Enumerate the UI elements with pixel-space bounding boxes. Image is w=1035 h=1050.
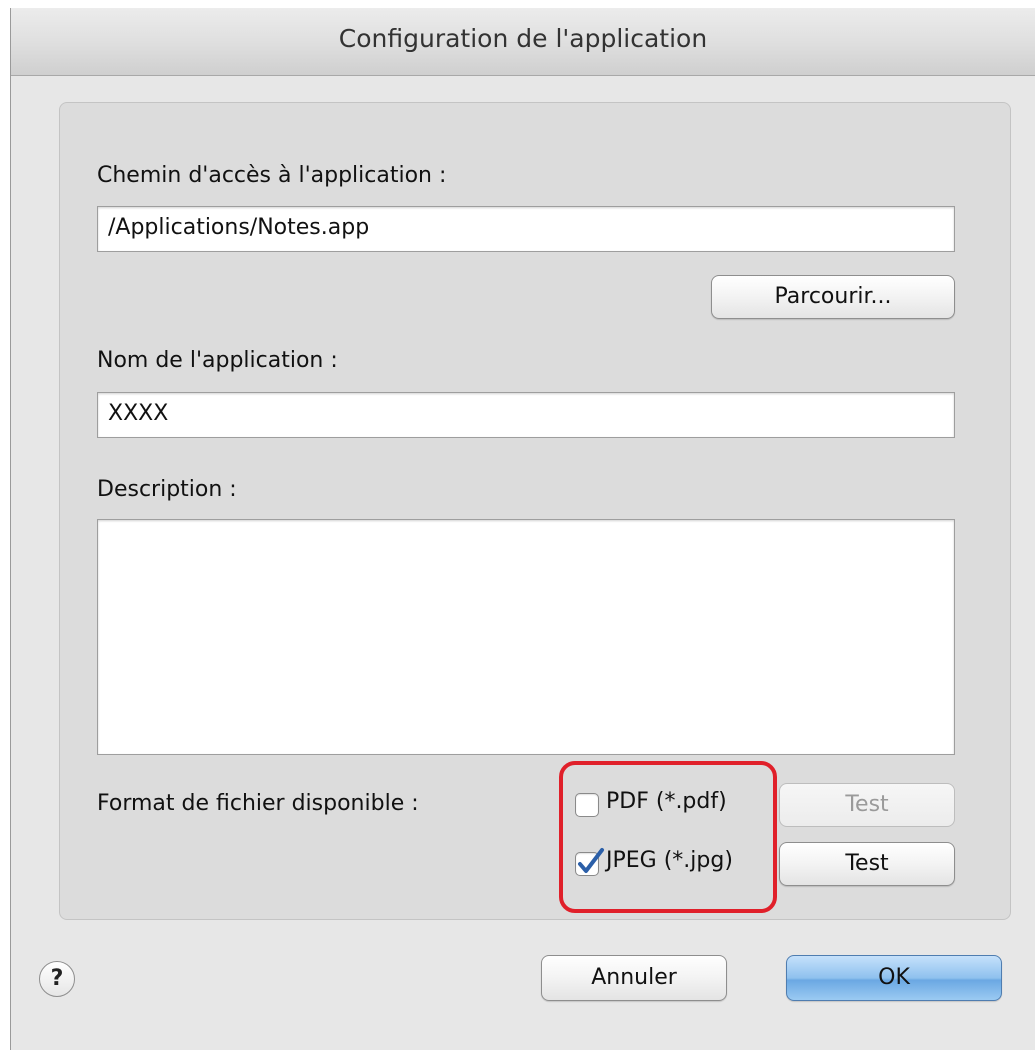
jpeg-test-button[interactable]: Test	[779, 842, 955, 886]
description-label: Description :	[97, 477, 237, 502]
cancel-button[interactable]: Annuler	[541, 955, 727, 1001]
file-format-label: Format de fichier disponible :	[97, 791, 419, 816]
pdf-test-button[interactable]: Test	[779, 783, 955, 827]
app-path-field[interactable]: /Applications/Notes.app	[97, 206, 955, 252]
ok-button[interactable]: OK	[786, 955, 1002, 1001]
app-path-label: Chemin d'accès à l'application :	[97, 163, 447, 188]
help-icon[interactable]: ?	[39, 961, 75, 997]
config-group-box: Chemin d'accès à l'application : /Applic…	[59, 102, 1011, 920]
title-bar: Configuration de l'application	[11, 8, 1035, 76]
browse-button[interactable]: Parcourir...	[711, 275, 955, 319]
description-textarea[interactable]	[97, 519, 955, 755]
file-format-highlight	[559, 761, 777, 913]
app-name-label: Nom de l'application :	[97, 348, 338, 373]
app-config-dialog: Configuration de l'application Chemin d'…	[10, 8, 1035, 1050]
window-title: Configuration de l'application	[338, 24, 708, 53]
app-name-field[interactable]: XXXX	[97, 392, 955, 438]
